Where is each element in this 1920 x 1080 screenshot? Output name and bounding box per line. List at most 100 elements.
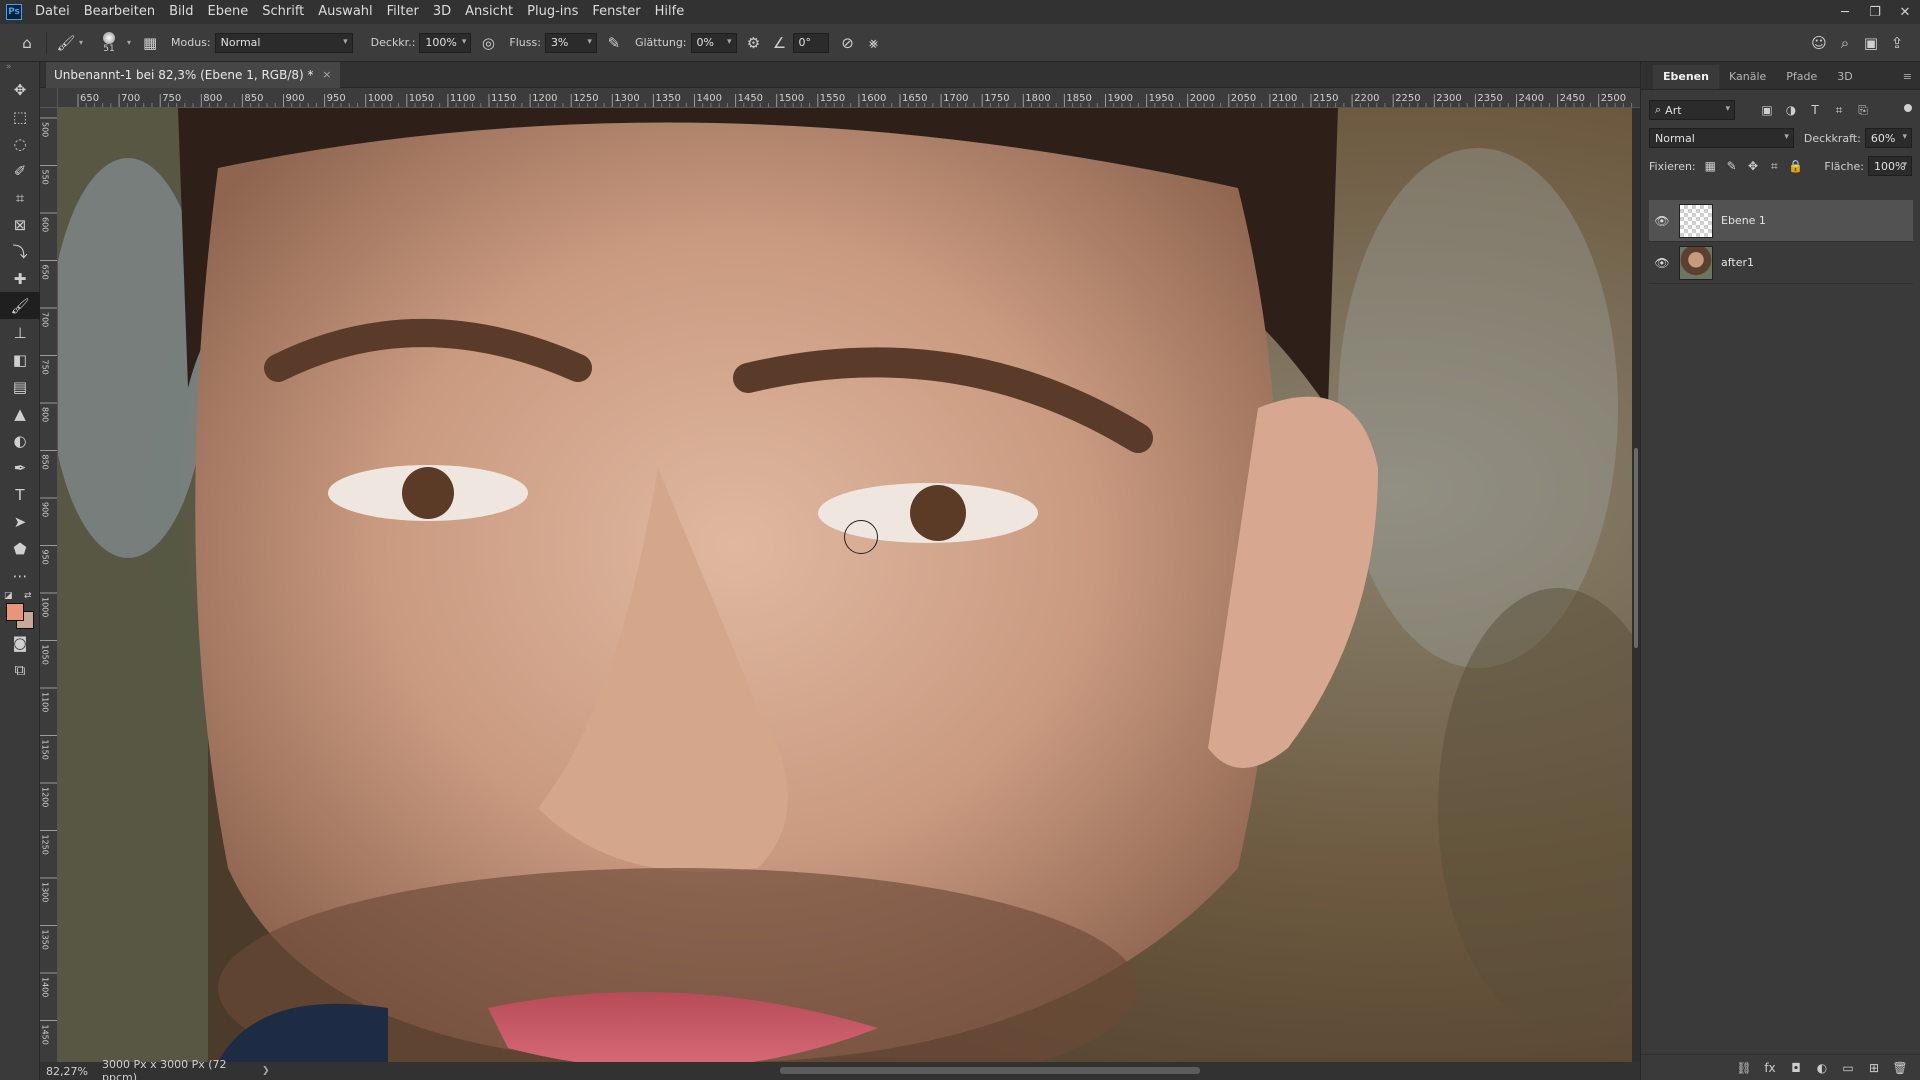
swap-colors-icon[interactable]: ⇄: [24, 591, 32, 601]
gear-icon[interactable]: ⚙: [741, 30, 767, 56]
lock-pixels-icon[interactable]: ✎: [1721, 156, 1742, 176]
screen-mode-icon[interactable]: ⧉: [0, 656, 40, 683]
lasso-tool-icon[interactable]: ◌: [0, 130, 40, 157]
brush-settings-icon[interactable]: ▦: [137, 30, 163, 56]
frame-tool-icon[interactable]: ⊠: [0, 211, 40, 238]
pressure-opacity-icon[interactable]: ◎: [475, 30, 501, 56]
brush-tool-icon[interactable]: 🖌: [0, 292, 40, 319]
quick-selection-tool-icon[interactable]: ✐: [0, 157, 40, 184]
glaettung-field[interactable]: 0% ▾: [690, 32, 737, 53]
menu-filter[interactable]: Filter: [380, 0, 426, 24]
modus-select[interactable]: Normal ▾: [214, 32, 353, 53]
blur-tool-icon[interactable]: ▲: [0, 400, 40, 427]
tab-3d[interactable]: 3D: [1827, 65, 1862, 89]
more-tools-icon[interactable]: ⋯: [0, 562, 40, 589]
eye-icon[interactable]: 👁: [1649, 214, 1675, 228]
type-tool-icon[interactable]: T: [0, 481, 40, 508]
brush-preset-icon[interactable]: 🖌: [53, 30, 79, 56]
adjustment-layer-icon[interactable]: ◐: [1809, 1061, 1835, 1075]
opacity-field[interactable]: 60% ▾: [1864, 128, 1912, 148]
horizontal-scrollbar[interactable]: [780, 1067, 1200, 1074]
home-icon[interactable]: ⌂: [14, 30, 40, 56]
foreground-color-swatch[interactable]: [6, 603, 24, 621]
new-group-icon[interactable]: ▭: [1835, 1061, 1861, 1075]
collapse-arrows-icon[interactable]: »: [0, 62, 39, 76]
delete-layer-icon[interactable]: 🗑: [1887, 1061, 1913, 1075]
add-mask-icon[interactable]: ◘: [1783, 1061, 1809, 1075]
quick-mask-icon[interactable]: ◙: [0, 629, 40, 656]
vertical-scrollbar-thumb[interactable]: [1634, 448, 1638, 648]
gradient-tool-icon[interactable]: ▤: [0, 373, 40, 400]
layer-after1[interactable]: 👁 after1: [1649, 242, 1913, 284]
menu-ansicht[interactable]: Ansicht: [458, 0, 520, 24]
angle-field[interactable]: 0°: [792, 32, 829, 53]
panel-menu-icon[interactable]: ≡: [1903, 70, 1912, 83]
filter-smart-object-icon[interactable]: ⎘: [1851, 100, 1875, 120]
ruler-corner[interactable]: [40, 88, 58, 108]
menu-hilfe[interactable]: Hilfe: [648, 0, 692, 24]
menu-schrift[interactable]: Schrift: [255, 0, 311, 24]
share-icon[interactable]: ⇪: [1884, 30, 1910, 56]
chevron-down-icon[interactable]: ▾: [127, 38, 131, 47]
default-colors-icon[interactable]: ◪: [4, 591, 13, 601]
pressure-size-icon[interactable]: ⊘: [835, 30, 861, 56]
restore-button[interactable]: ❐: [1860, 0, 1890, 24]
menu-auswahl[interactable]: Auswahl: [311, 0, 379, 24]
fill-field[interactable]: 100% ▾: [1868, 156, 1913, 176]
close-tab-icon[interactable]: ×: [322, 62, 331, 88]
chevron-down-icon[interactable]: ▾: [79, 38, 83, 47]
filter-adjustment-icon[interactable]: ◑: [1779, 100, 1803, 120]
airbrush-icon[interactable]: ✎: [601, 30, 627, 56]
symmetry-icon[interactable]: ⨳: [861, 30, 887, 56]
tab-pfade[interactable]: Pfade: [1776, 65, 1827, 89]
crop-tool-icon[interactable]: ⌗: [0, 184, 40, 211]
tab-kanaele[interactable]: Kanäle: [1719, 65, 1776, 89]
deckkr-field[interactable]: 100% ▾: [419, 32, 472, 53]
vertical-scrollbar[interactable]: [1632, 108, 1640, 1062]
filter-type-icon[interactable]: T: [1803, 100, 1827, 120]
layer-ebene-1[interactable]: 👁 Ebene 1: [1649, 200, 1913, 242]
layer-filter-select[interactable]: ⌕ Art ▾: [1649, 100, 1735, 120]
close-button[interactable]: ✕: [1890, 0, 1920, 24]
ruler-top[interactable]: 650 700 750 800 850 900 950 1000 1050 1100 1150 120…: [58, 88, 1640, 108]
filter-shape-icon[interactable]: ⌗: [1827, 100, 1851, 120]
filter-pixel-icon[interactable]: ▣: [1755, 100, 1779, 120]
blend-mode-select[interactable]: Normal ▾: [1649, 128, 1794, 148]
lock-all-icon[interactable]: 🔒: [1785, 156, 1806, 176]
move-tool-icon[interactable]: ✥: [0, 76, 40, 103]
filter-toggle[interactable]: [1904, 104, 1912, 112]
workspace-icon[interactable]: ▣: [1858, 30, 1884, 56]
status-arrow-icon[interactable]: ❯: [262, 1066, 270, 1076]
menu-plugins[interactable]: Plug-ins: [520, 0, 585, 24]
share-user-icon[interactable]: ☺: [1806, 30, 1832, 56]
fluss-field[interactable]: 3% ▾: [544, 32, 597, 53]
ruler-left[interactable]: 500 550 600 650 700 750 800 850 900 950 1000 1050 11…: [40, 108, 58, 1062]
eraser-tool-icon[interactable]: ◧: [0, 346, 40, 373]
lock-position-icon[interactable]: ✥: [1742, 156, 1763, 176]
eye-icon[interactable]: 👁: [1649, 256, 1675, 270]
menu-3d[interactable]: 3D: [426, 0, 458, 24]
menu-ebene[interactable]: Ebene: [201, 0, 256, 24]
brush-size-picker[interactable]: 51: [91, 28, 127, 58]
minimize-button[interactable]: ─: [1830, 0, 1860, 24]
layer-style-icon[interactable]: fx: [1757, 1061, 1783, 1075]
menu-bearbeiten[interactable]: Bearbeiten: [77, 0, 162, 24]
marquee-tool-icon[interactable]: ⬚: [0, 103, 40, 130]
zoom-level[interactable]: 82,27%: [40, 1065, 92, 1078]
menu-fenster[interactable]: Fenster: [585, 0, 647, 24]
document-tab[interactable]: Unbenannt-1 bei 82,3% (Ebene 1, RGB/8) *…: [46, 62, 340, 88]
search-icon[interactable]: ⌕: [1832, 30, 1858, 56]
shape-tool-icon[interactable]: ⬟: [0, 535, 40, 562]
eyedropper-tool-icon[interactable]: ⤵: [0, 238, 40, 265]
link-layers-icon[interactable]: ⛓: [1731, 1061, 1757, 1075]
path-selection-tool-icon[interactable]: ➤: [0, 508, 40, 535]
new-layer-icon[interactable]: ⊞: [1861, 1061, 1887, 1075]
lock-transparency-icon[interactable]: ▦: [1700, 156, 1721, 176]
dodge-tool-icon[interactable]: ◐: [0, 427, 40, 454]
document-canvas[interactable]: [58, 108, 1632, 1062]
menu-bild[interactable]: Bild: [162, 0, 200, 24]
tab-ebenen[interactable]: Ebenen: [1653, 65, 1719, 89]
menu-datei[interactable]: Datei: [28, 0, 77, 24]
clone-stamp-tool-icon[interactable]: ⊥: [0, 319, 40, 346]
healing-brush-tool-icon[interactable]: ✚: [0, 265, 40, 292]
